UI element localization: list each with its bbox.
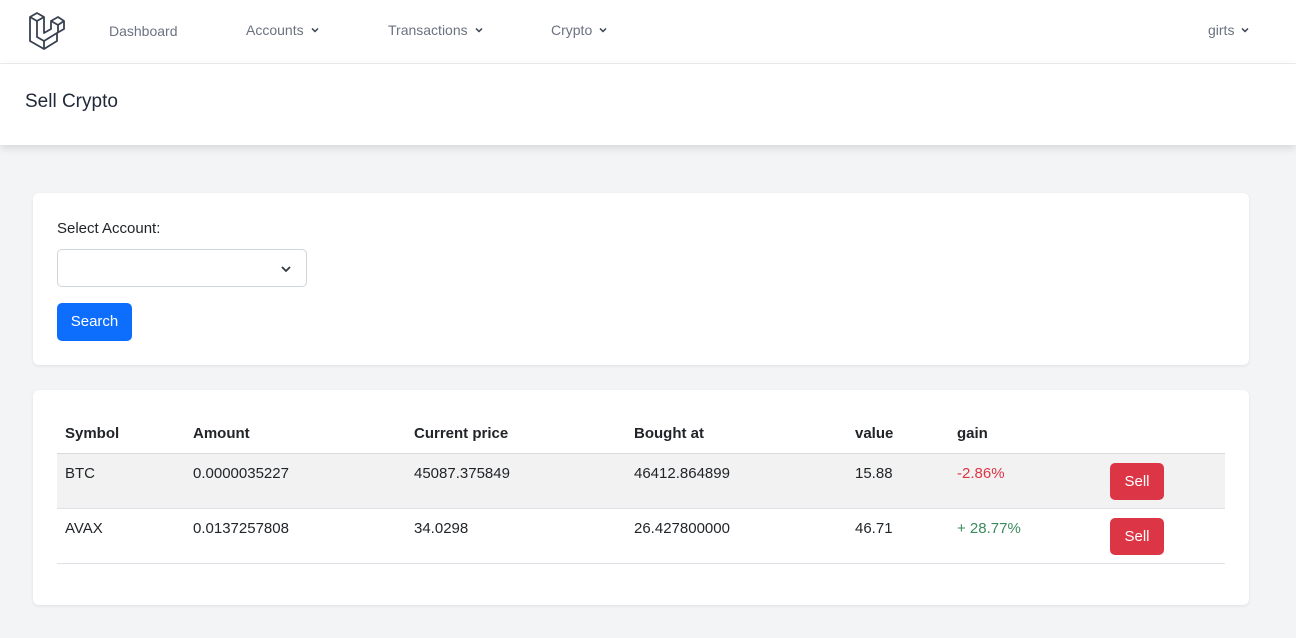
- nav-crypto-label: Crypto: [551, 22, 593, 38]
- cell-value: 15.88: [855, 465, 893, 482]
- cell-bought-at: 46412.864899: [634, 465, 730, 482]
- holdings-table: Symbol Amount Current price Bought at va…: [57, 414, 1225, 564]
- cell-current-price: 45087.375849: [414, 465, 510, 482]
- nav-accounts-label: Accounts: [246, 22, 304, 38]
- cell-current-price: 34.0298: [414, 520, 469, 537]
- column-header-bought-at: Bought at: [634, 425, 704, 442]
- cell-symbol: AVAX: [65, 520, 103, 537]
- table-row: BTC 0.0000035227 45087.375849 46412.8648…: [57, 454, 1225, 509]
- user-name-label: girts: [1208, 22, 1235, 38]
- cell-amount: 0.0137257808: [193, 520, 289, 537]
- cell-gain: + 28.77%: [957, 520, 1021, 537]
- chevron-down-icon: [599, 27, 607, 33]
- page-title: Sell Crypto: [25, 91, 118, 112]
- page-header: Sell Crypto: [0, 64, 1296, 145]
- chevron-down-icon: [475, 27, 483, 33]
- cell-symbol: BTC: [65, 465, 95, 482]
- cell-amount: 0.0000035227: [193, 465, 289, 482]
- table-header-row: Symbol Amount Current price Bought at va…: [57, 414, 1225, 454]
- sell-button[interactable]: Sell: [1110, 463, 1164, 500]
- nav-dashboard[interactable]: Dashboard: [109, 22, 178, 40]
- account-search-card: Select Account: Search: [33, 193, 1249, 365]
- column-header-gain: gain: [957, 425, 988, 442]
- column-header-symbol: Symbol: [65, 425, 120, 442]
- sell-button[interactable]: Sell: [1110, 518, 1164, 555]
- cell-gain: -2.86%: [957, 465, 1005, 482]
- cell-value: 46.71: [855, 520, 893, 537]
- nav-dashboard-label: Dashboard: [109, 23, 178, 39]
- laravel-logo-icon[interactable]: [27, 12, 65, 50]
- table-row: AVAX 0.0137257808 34.0298 26.427800000 4…: [57, 509, 1225, 564]
- chevron-down-icon: [1241, 27, 1249, 33]
- chevron-down-icon: [281, 266, 291, 273]
- nav-accounts-dropdown[interactable]: Accounts: [246, 21, 320, 39]
- column-header-current-price: Current price: [414, 425, 509, 442]
- account-select[interactable]: [57, 249, 307, 287]
- search-button[interactable]: Search: [57, 303, 132, 341]
- chevron-down-icon: [311, 27, 319, 33]
- column-header-value: value: [855, 425, 894, 442]
- nav-transactions-dropdown[interactable]: Transactions: [388, 21, 484, 39]
- top-navbar: Dashboard Accounts Transactions Crypto g…: [0, 0, 1296, 64]
- nav-transactions-label: Transactions: [388, 22, 468, 38]
- column-header-amount: Amount: [193, 425, 250, 442]
- nav-crypto-dropdown[interactable]: Crypto: [551, 21, 608, 39]
- select-account-label: Select Account:: [57, 220, 161, 237]
- cell-bought-at: 26.427800000: [634, 520, 730, 537]
- holdings-table-card: Symbol Amount Current price Bought at va…: [33, 390, 1249, 605]
- user-menu-dropdown[interactable]: girts: [1208, 21, 1250, 39]
